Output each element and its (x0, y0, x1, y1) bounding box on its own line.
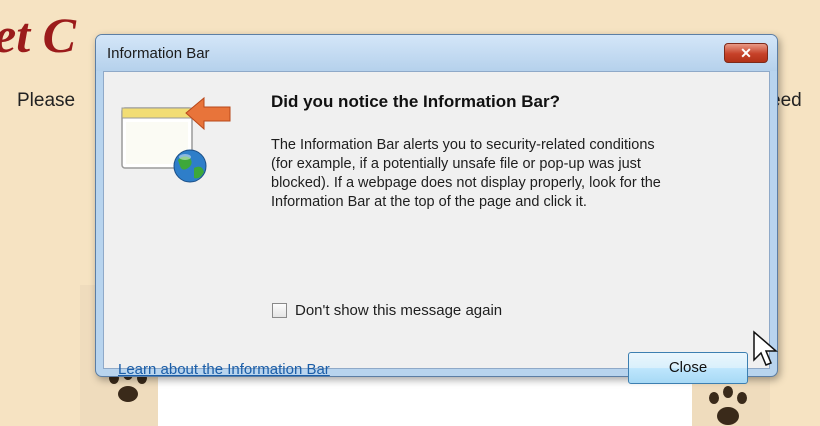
message-line: The Information Bar alerts you to securi… (271, 137, 655, 153)
information-bar-dialog: Information Bar ✕ Did you notice the Inf… (95, 34, 778, 384)
dont-show-again-option[interactable]: Don't show this message again (272, 300, 502, 320)
learn-more-link[interactable]: Learn about the Information Bar (118, 361, 330, 378)
dialog-title: Information Bar (107, 45, 210, 62)
close-icon: ✕ (740, 45, 752, 61)
message-line: blocked). If a webpage does not display … (271, 175, 661, 191)
dont-show-again-checkbox[interactable] (272, 302, 287, 318)
dialog-message: The Information Bar alerts you to securi… (271, 136, 761, 212)
message-line: Information Bar at the top of the page a… (271, 194, 587, 210)
page-title: et C (0, 7, 76, 63)
paw-print-icon (709, 386, 747, 425)
close-window-button[interactable]: ✕ (724, 43, 768, 63)
dialog-content: Did you notice the Information Bar? The … (103, 71, 770, 384)
checkbox-label[interactable]: Don't show this message again (295, 302, 502, 319)
close-button[interactable]: Close (628, 352, 748, 384)
information-bar-icon (121, 96, 231, 183)
mouse-cursor-icon (753, 330, 779, 366)
dialog-titlebar[interactable]: Information Bar ✕ (96, 35, 777, 71)
dialog-heading: Did you notice the Information Bar? (271, 92, 561, 111)
page-text-left: Please (17, 90, 76, 111)
message-line: (for example, if a potentially unsafe fi… (271, 156, 641, 172)
